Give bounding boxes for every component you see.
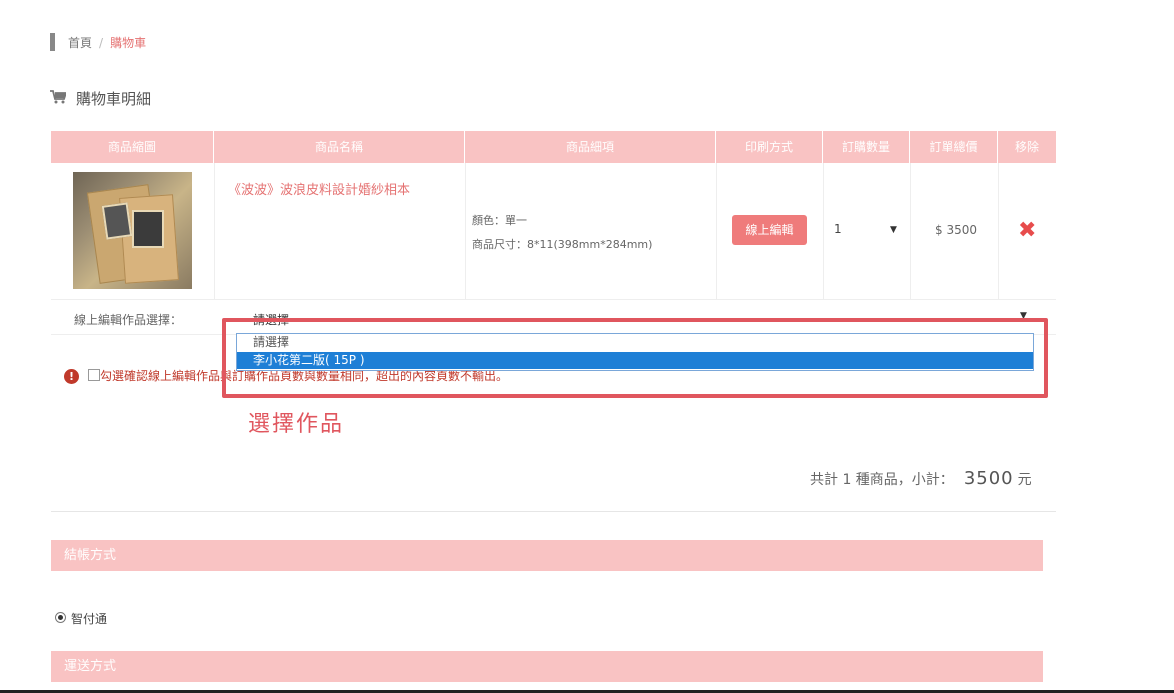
th-name: 商品名稱 <box>214 131 465 163</box>
cart-table-header: 商品縮圖 商品名稱 商品細項 印刷方式 訂購數量 訂單總價 移除 <box>51 131 1056 163</box>
column-divider <box>465 163 466 299</box>
breadcrumb-current: 購物車 <box>110 36 147 50</box>
payment-option-label[interactable]: 智付通 <box>71 610 107 627</box>
th-total: 訂單總價 <box>910 131 998 163</box>
th-remove: 移除 <box>1014 140 1039 154</box>
spec-color: 顏色：單一 <box>472 214 527 227</box>
album-photo <box>132 210 164 248</box>
column-divider <box>214 163 215 299</box>
th-quantity: 訂購數量 <box>823 131 910 163</box>
th-print: 印刷方式 <box>716 131 823 163</box>
remove-icon[interactable]: ✖ <box>1018 218 1036 243</box>
column-divider <box>716 163 717 299</box>
divider <box>51 511 1056 512</box>
cart-icon <box>50 90 66 104</box>
payment-radio[interactable] <box>55 612 66 623</box>
alert-icon: ! <box>64 369 79 384</box>
work-select-label: 線上編輯作品選擇： <box>74 313 183 327</box>
annotation-label: 選擇作品 <box>248 412 345 437</box>
page-title: 購物車明細 <box>76 90 152 108</box>
highlight-box <box>222 318 1048 398</box>
product-name-link[interactable]: 《波波》波浪皮料設計婚紗相本 <box>228 179 410 198</box>
confirm-checkbox[interactable] <box>88 369 100 381</box>
album-photo <box>101 202 133 240</box>
th-thumbnail: 商品縮圖 <box>51 131 214 163</box>
column-divider <box>910 163 911 299</box>
order-total: $ 3500 <box>935 223 977 237</box>
breadcrumb-home[interactable]: 首頁 <box>68 36 92 50</box>
table-row <box>51 163 1056 300</box>
chevron-down-icon[interactable]: ▼ <box>890 225 897 235</box>
cart-summary: 共計 1 種商品，小計： 3500 元 <box>810 468 1032 489</box>
column-divider <box>823 163 824 299</box>
column-divider <box>998 163 999 299</box>
breadcrumb-marker <box>50 33 55 51</box>
summary-unit: 元 <box>1017 472 1032 488</box>
summary-prefix: 共計 1 種商品，小計： <box>810 472 954 488</box>
shipping-header: 運送方式 <box>51 651 1043 682</box>
online-edit-button[interactable]: 線上編輯 <box>732 215 807 245</box>
spec-size: 商品尺寸：8*11(398mm*284mm) <box>472 238 653 251</box>
breadcrumb-separator: / <box>99 36 104 50</box>
checkout-header: 結帳方式 <box>51 540 1043 571</box>
breadcrumb: 首頁 / 購物車 <box>68 34 146 51</box>
th-spec: 商品細項 <box>465 131 716 163</box>
summary-amount: 3500 <box>963 468 1014 489</box>
